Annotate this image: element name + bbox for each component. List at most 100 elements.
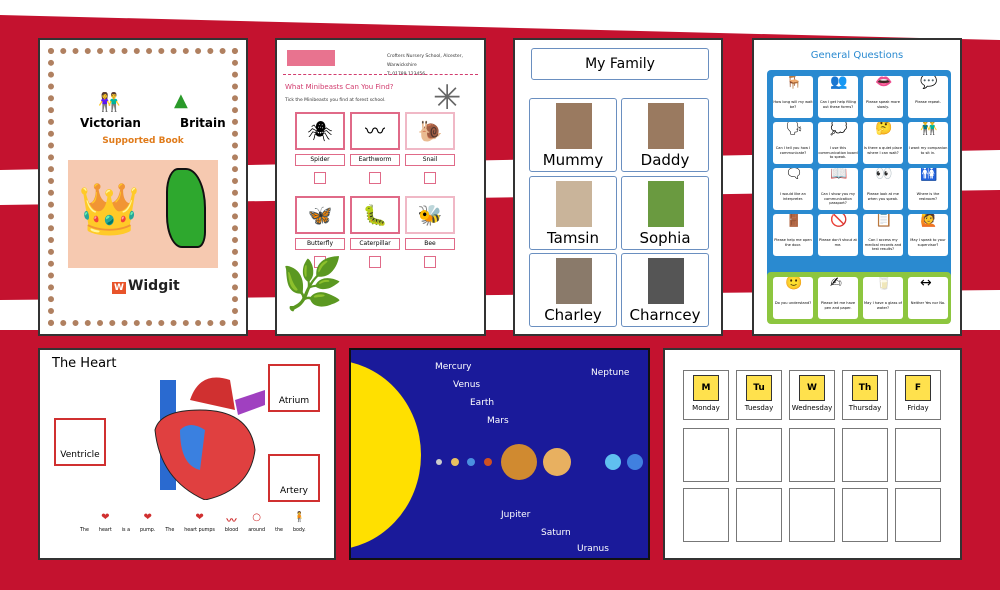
timetable-slot[interactable]: [789, 428, 835, 482]
planet-neptune[interactable]: [627, 454, 643, 470]
weekly-timetable[interactable]: M Monday Tu Tuesday W Wednesday Th Thursday F Fri…: [663, 348, 962, 560]
sentence-word: ❤ heart pumps: [184, 512, 215, 533]
question-card[interactable]: 🚻 Where is the restroom?: [908, 168, 948, 210]
question-card[interactable]: 🗣 Can I tell you how I communicate?: [773, 122, 813, 164]
planet-mercury[interactable]: [436, 459, 442, 465]
question-text: Can I show you my communication passport…: [820, 192, 856, 205]
response-card[interactable]: 🙂 Do you understand?: [773, 277, 813, 319]
photo-icon: [556, 258, 592, 304]
day-header-tuesday[interactable]: Tu Tuesday: [736, 370, 782, 420]
timetable-slot[interactable]: [683, 428, 729, 482]
sun-day-icon: Th: [852, 375, 878, 401]
question-card[interactable]: 👄 Please speak more slowly.: [863, 76, 903, 118]
checkbox-spider[interactable]: [314, 172, 326, 184]
question-card[interactable]: 📋 Can I access my medical records and tes…: [863, 214, 903, 256]
solar-system-diagram[interactable]: Mercury Venus Earth Mars Jupiter Saturn Uranus…: [349, 348, 650, 560]
planet-saturn[interactable]: [543, 448, 571, 476]
sentence-word: ❤ pump.: [140, 512, 155, 533]
checkbox-bee[interactable]: [424, 256, 436, 268]
day-name: Monday: [692, 404, 720, 412]
timetable-slot[interactable]: [842, 428, 888, 482]
day-header-wednesday[interactable]: W Wednesday: [789, 370, 835, 420]
victorian-britain-book[interactable]: 👫 ▲ Victorian Britain Supported Book 👑 W…: [38, 38, 248, 336]
photo-icon: [556, 103, 592, 149]
response-text: Neither Yes nor No.: [910, 301, 946, 305]
day-header-monday[interactable]: M Monday: [683, 370, 729, 420]
day-header-thursday[interactable]: Th Thursday: [842, 370, 888, 420]
response-card[interactable]: 🥛 May I have a glass of water?: [863, 277, 903, 319]
checkbox-snail[interactable]: [424, 172, 436, 184]
planet-label-neptune: Neptune: [591, 368, 630, 378]
question-card[interactable]: 💬 Please repeat.: [908, 76, 948, 118]
question-card[interactable]: 👥 Can I get help filling out these forms?: [818, 76, 858, 118]
day-name: Tuesday: [744, 404, 774, 412]
timetable-slot[interactable]: [842, 488, 888, 542]
word-text: pump.: [140, 528, 156, 533]
sun-day-icon: F: [905, 375, 931, 401]
label-bee: Bee: [405, 238, 455, 250]
word-text: heart: [98, 528, 112, 533]
question-card[interactable]: 🙋 May I speak to your supervisor?: [908, 214, 948, 256]
question-symbol-icon: 👀: [875, 168, 893, 182]
response-card[interactable]: ✍ Please let me have pen and paper.: [818, 277, 858, 319]
label-caterpillar: Caterpillar: [350, 238, 400, 250]
question-symbol-icon: 🗣: [785, 122, 803, 136]
question-card[interactable]: 🤔 Is there a quiet place where I can wait…: [863, 122, 903, 164]
planet-jupiter[interactable]: [501, 444, 537, 480]
family-member-card[interactable]: Charley: [529, 253, 617, 327]
question-card[interactable]: 🚫 Please don't shout at me.: [818, 214, 858, 256]
sun: [351, 360, 421, 550]
family-member-card[interactable]: Daddy: [621, 98, 709, 172]
timetable-slot[interactable]: [736, 428, 782, 482]
planet-venus[interactable]: [451, 458, 459, 466]
question-card[interactable]: 👬 I want my companion to sit in.: [908, 122, 948, 164]
timetable-slot[interactable]: [895, 428, 941, 482]
question-card[interactable]: 🗨 I would like an interpreter.: [773, 168, 813, 210]
heart-sentence: The ❤ heart is a ❤ pump. The ❤ heart pumps 〰 blo…: [80, 512, 306, 533]
queen-victoria-map-illustration: 👑: [68, 160, 218, 268]
timetable-slot[interactable]: [683, 488, 729, 542]
timetable-slot[interactable]: [789, 488, 835, 542]
family-member-card[interactable]: Tamsin: [529, 176, 617, 250]
checkbox-earthworm[interactable]: [369, 172, 381, 184]
question-symbol-icon: 🙋: [920, 214, 938, 228]
family-member-card[interactable]: Sophia: [621, 176, 709, 250]
planet-mars[interactable]: [484, 458, 492, 466]
title-victorian: Victorian: [80, 116, 141, 130]
planet-earth[interactable]: [467, 458, 475, 466]
response-text: May I have a glass of water?: [864, 301, 902, 310]
question-text: Can I access my medical records and test…: [864, 238, 902, 251]
word-text: heart pumps: [184, 528, 215, 533]
question-symbol-icon: 👬: [920, 122, 938, 136]
response-card[interactable]: ↔ Neither Yes nor No.: [908, 277, 948, 319]
divider: [283, 74, 478, 75]
general-questions-board[interactable]: General Questions 🪑 How long will my wait…: [752, 38, 962, 336]
question-card[interactable]: 📖 Can I show you my communication passpor…: [818, 168, 858, 210]
question-symbol-icon: 🚫: [830, 214, 848, 228]
word-text: body.: [292, 528, 306, 533]
question-card[interactable]: 👀 Please look at me when you speak.: [863, 168, 903, 210]
family-member-card[interactable]: Mummy: [529, 98, 617, 172]
word-text: blood: [224, 528, 239, 533]
question-card[interactable]: 💭 I use this communication board to speak…: [818, 122, 858, 164]
question-text: How long will my wait be?: [773, 100, 813, 109]
family-member-card[interactable]: Charncey: [621, 253, 709, 327]
checkbox-caterpillar[interactable]: [369, 256, 381, 268]
word-symbol-icon: [277, 512, 280, 528]
ventricle-label: Ventricle: [54, 418, 106, 466]
sun-day-icon: W: [799, 375, 825, 401]
word-symbol-icon: [83, 512, 86, 528]
sentence-word: The: [165, 512, 174, 533]
planet-uranus[interactable]: [605, 454, 621, 470]
timetable-slot[interactable]: [895, 488, 941, 542]
day-header-friday[interactable]: F Friday: [895, 370, 941, 420]
my-family-board[interactable]: My Family Mummy Daddy Tamsin Sophia Char…: [513, 38, 723, 336]
question-card[interactable]: 🚪 Please help me open the door.: [773, 214, 813, 256]
heart-diagram[interactable]: The Heart Atrium Ventricle Artery The ❤ he…: [38, 348, 336, 560]
timetable-slot[interactable]: [736, 488, 782, 542]
question-card[interactable]: 🪑 How long will my wait be?: [773, 76, 813, 118]
minibeasts-worksheet[interactable]: Crofters Nursery School, Alcester, Warwi…: [275, 38, 486, 336]
sentence-word: 〰 blood: [225, 512, 238, 533]
photo-icon: [556, 181, 592, 227]
heart-illustration: [154, 377, 265, 500]
